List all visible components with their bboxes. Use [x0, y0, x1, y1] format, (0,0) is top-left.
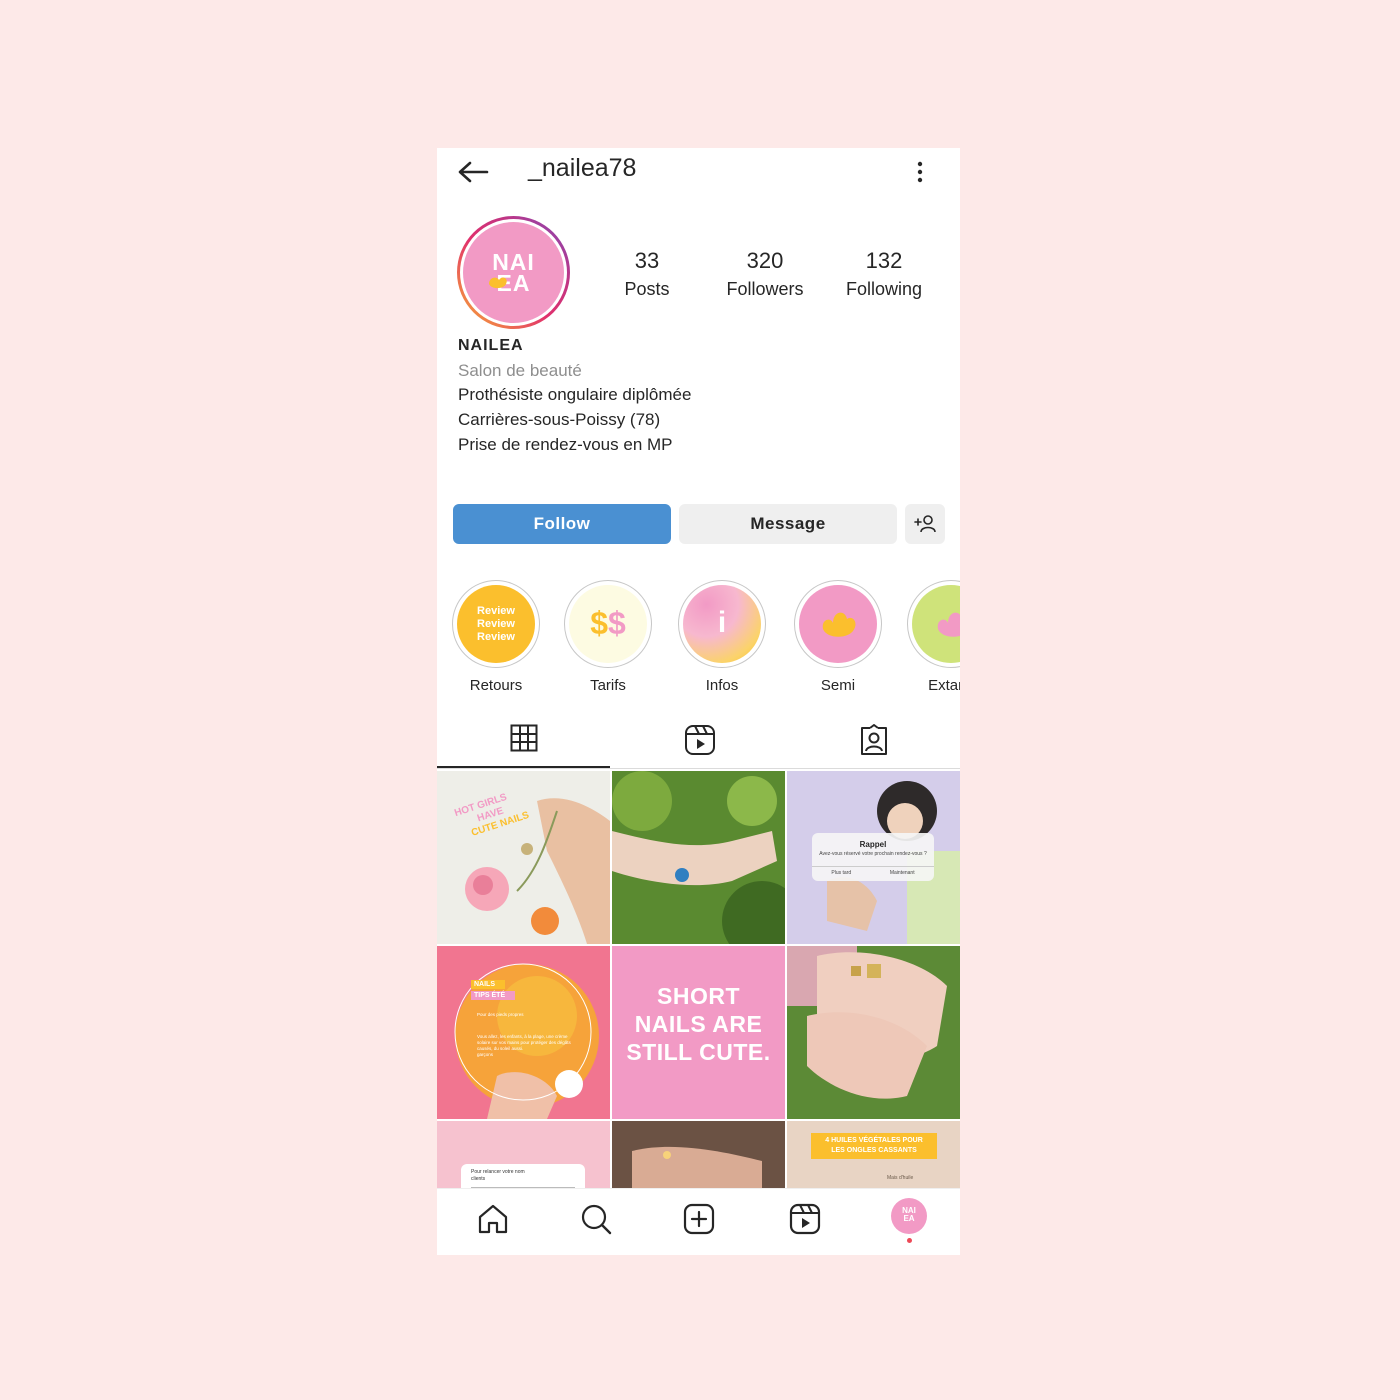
following-count[interactable]: 132 Following [829, 248, 939, 300]
bio-line: Prise de rendez-vous en MP [458, 435, 673, 454]
search-icon [581, 1204, 612, 1235]
post-text: 4 HUILES VÉGÉTALES POUR LES ONGLES CASSA… [811, 1133, 937, 1159]
post-caption: Mais d'huile [887, 1175, 914, 1181]
profile-username: _nailea78 [528, 154, 637, 182]
reels-icon [685, 725, 715, 755]
post-thumbnail[interactable]: SHORT NAILS ARE STILL CUTE. [612, 946, 785, 1119]
home-icon [478, 1204, 508, 1234]
post-tags: NAILS TIPS ÉTÉ [471, 980, 515, 1000]
back-arrow-icon[interactable] [457, 160, 489, 184]
highlight-extans[interactable]: Extans [906, 580, 960, 694]
grid-icon [510, 724, 538, 752]
bottom-navigation: NAI EA [437, 1188, 960, 1255]
followers-count[interactable]: 320 Followers [710, 248, 820, 300]
tab-posts-grid[interactable] [437, 708, 611, 768]
new-post-icon [683, 1203, 715, 1235]
add-user-icon [914, 515, 936, 533]
nav-new-post[interactable] [673, 1197, 725, 1241]
highlight-label: Retours [469, 677, 523, 694]
profile-category: Salon de beauté [458, 361, 582, 380]
notification-dot [907, 1238, 912, 1243]
post-thumbnail[interactable] [787, 946, 960, 1119]
bio-line: Prothésiste ongulaire diplômée [458, 385, 692, 404]
highlight-cover-text: Review Review Review [477, 605, 515, 643]
profile-avatar[interactable]: NAI EA [457, 216, 570, 329]
post-thumbnail[interactable] [612, 771, 785, 944]
reels-icon [789, 1203, 821, 1235]
bio-line: Carrières-sous-Poissy (78) [458, 410, 661, 429]
hands-rings-image [787, 946, 960, 1119]
reminder-card: Rappel Avez-vous réservé votre prochain … [812, 833, 934, 881]
tab-reels[interactable] [611, 708, 785, 768]
hand-ring-image [612, 771, 785, 944]
info-icon: i [717, 606, 727, 639]
post-thumbnail[interactable]: Rappel Avez-vous réservé votre prochain … [787, 771, 960, 944]
avatar-logo: NAI EA [902, 1206, 916, 1223]
highlight-label: Tarifs [590, 677, 626, 694]
post-thumbnail[interactable]: HOT GIRLS HAVE CUTE NAILS [437, 771, 610, 944]
tagged-icon [861, 724, 887, 755]
divider [437, 768, 960, 769]
nav-profile-avatar[interactable]: NAI EA [891, 1198, 927, 1234]
more-vertical-icon[interactable] [915, 160, 925, 184]
blob-icon [937, 612, 960, 637]
highlight-tarifs[interactable]: $$ Tarifs [563, 580, 653, 694]
nav-home[interactable] [467, 1197, 519, 1241]
logo-blob-icon [489, 277, 507, 289]
highlight-label: Extans [928, 677, 960, 694]
avatar-logo: NAI EA [492, 249, 535, 296]
post-text: SHORT NAILS ARE STILL CUTE. [626, 983, 771, 1065]
nav-reels[interactable] [779, 1197, 831, 1241]
highlight-semi[interactable]: Semi [793, 580, 883, 694]
follow-button[interactable]: Follow [453, 504, 671, 544]
tab-tagged[interactable] [785, 708, 959, 768]
add-user-button[interactable] [905, 504, 945, 544]
posts-count[interactable]: 33 Posts [592, 248, 702, 300]
highlight-retours[interactable]: Review Review Review Retours [451, 580, 541, 694]
post-thumbnail[interactable]: NAILS TIPS ÉTÉ Pour des pieds propres Vo… [437, 946, 610, 1119]
message-button[interactable]: Message [679, 504, 897, 544]
highlight-label: Infos [705, 677, 739, 694]
highlight-label: Semi [820, 677, 856, 694]
post-text: Pour des pieds propres Vous allez, les e… [477, 1012, 571, 1057]
dollar-icon: $$ [590, 605, 626, 641]
flower-hand-image [465, 798, 610, 944]
nav-search[interactable] [570, 1197, 622, 1241]
blob-icon [822, 612, 856, 637]
profile-name: NAILEA [458, 337, 524, 354]
highlight-infos[interactable]: i Infos [677, 580, 767, 694]
instagram-profile-screen: _nailea78 NAI EA 33 Posts 320 Followers … [437, 148, 960, 1255]
